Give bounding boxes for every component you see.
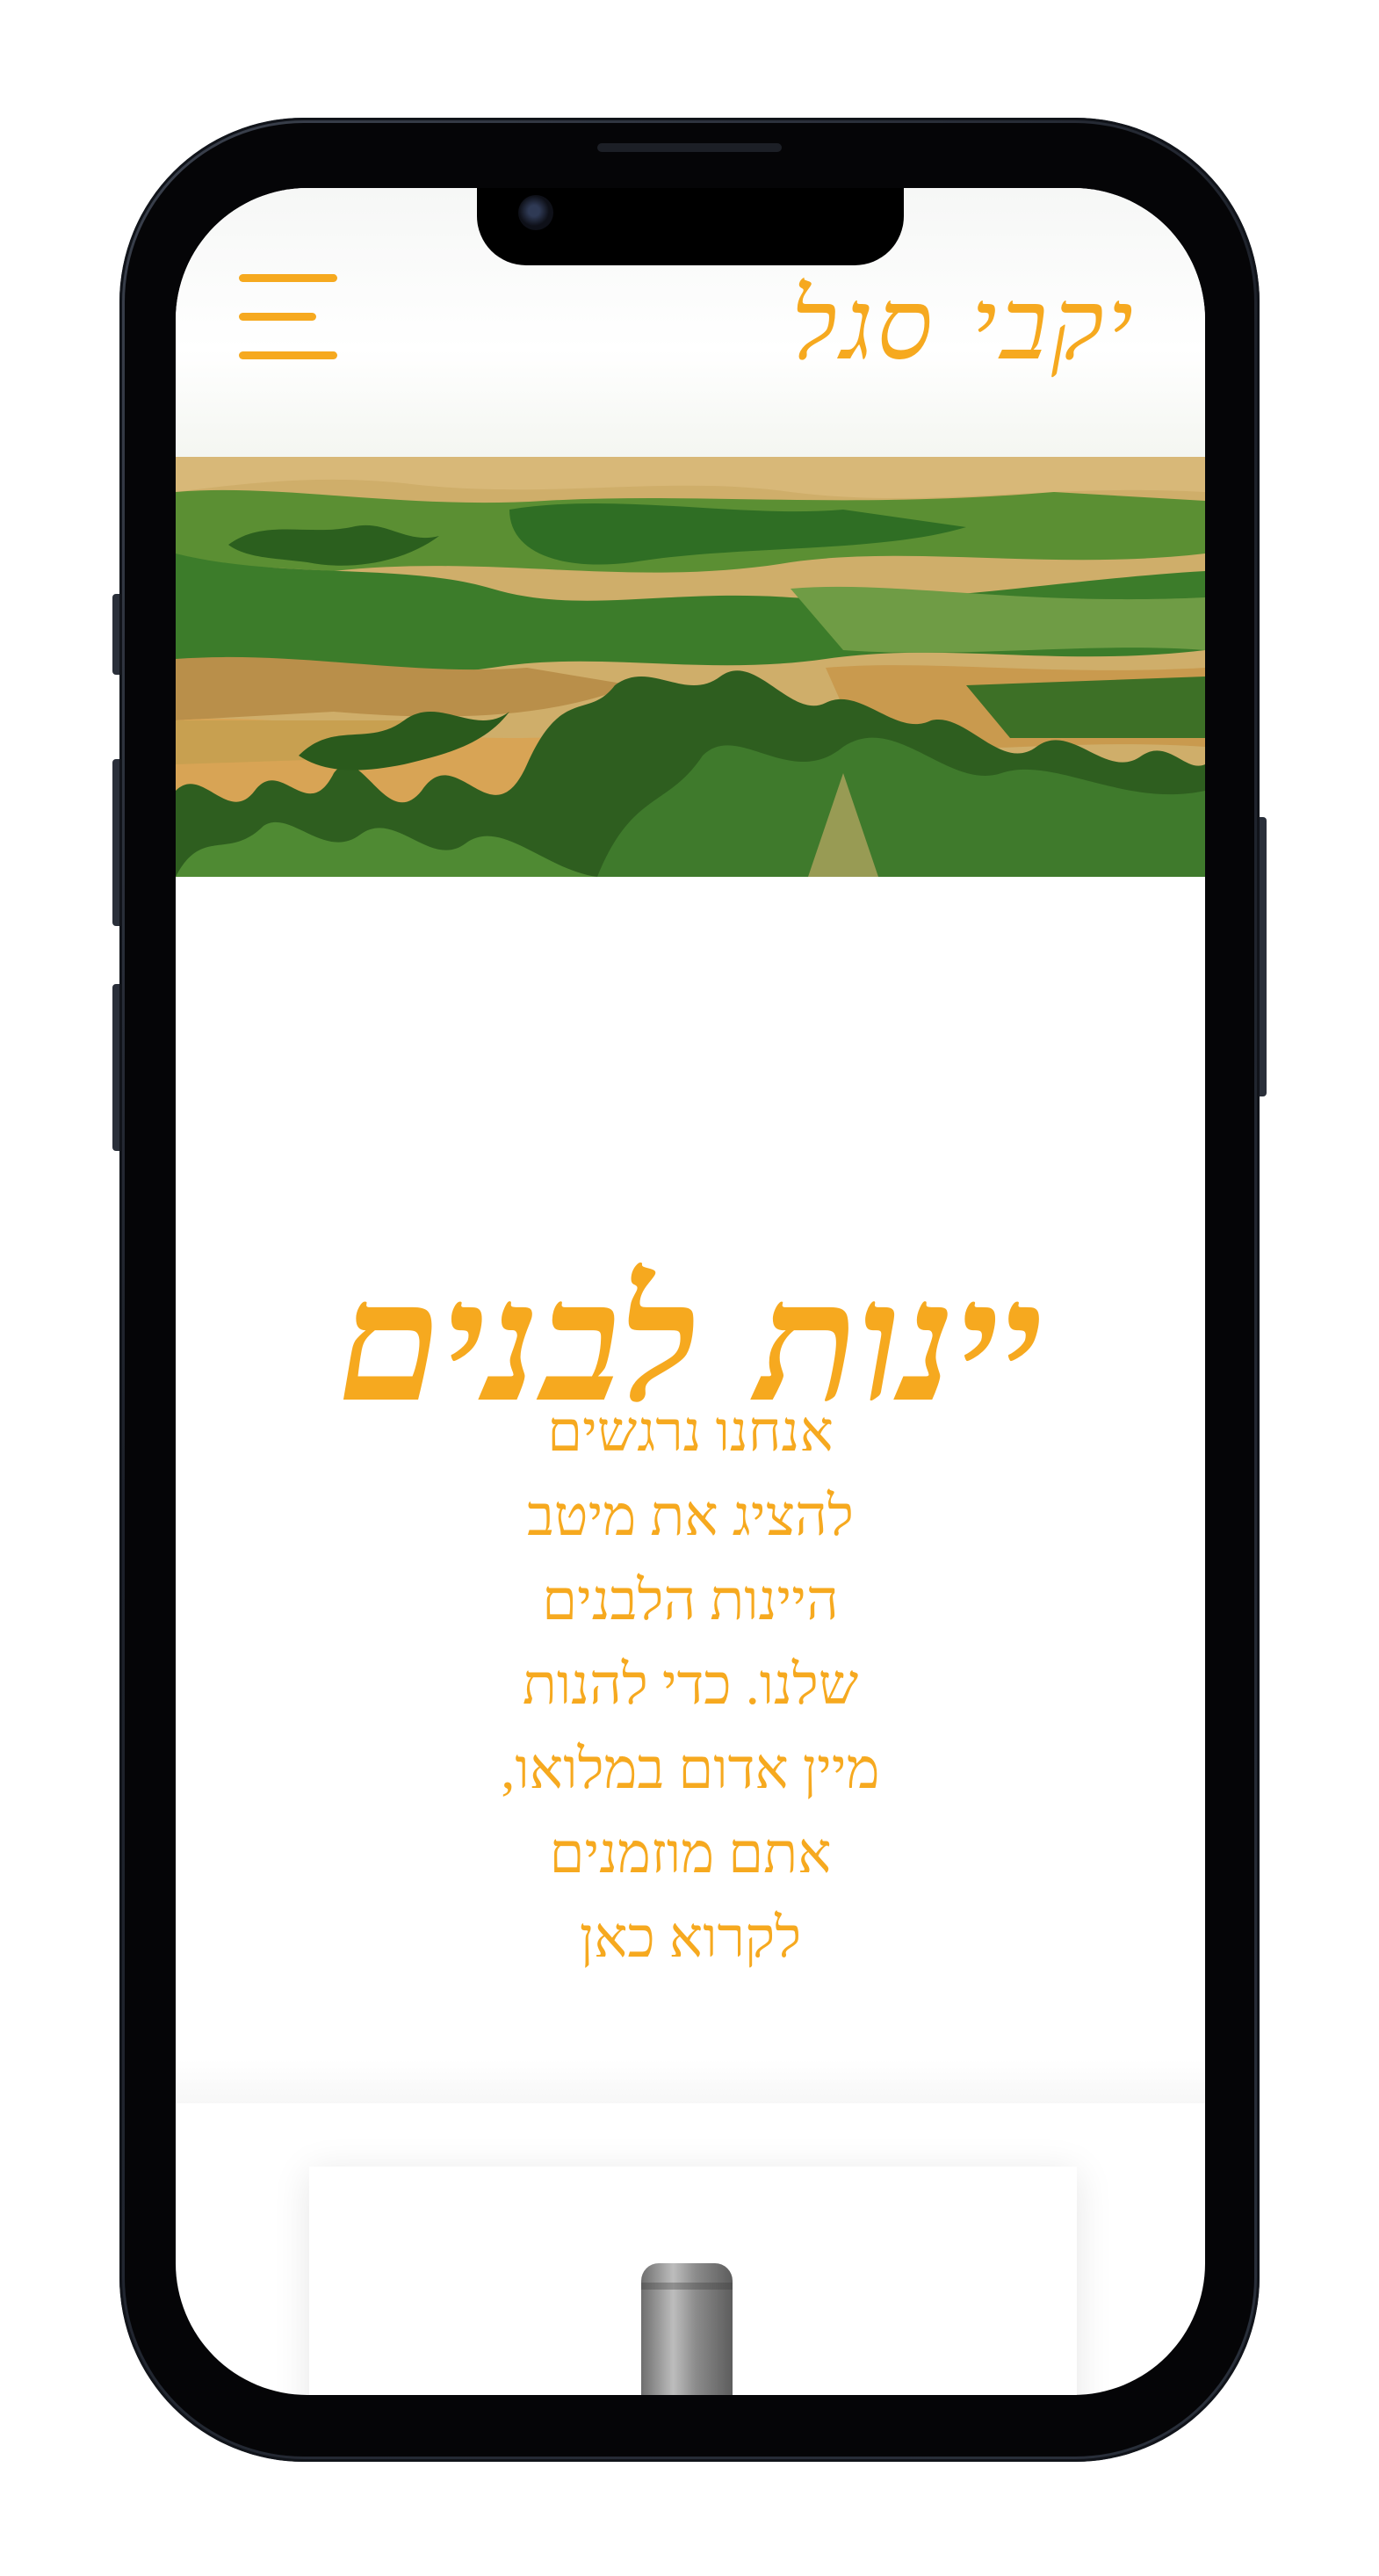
- read-more-link[interactable]: לקרוא כאן: [427, 1896, 954, 1980]
- product-card[interactable]: [309, 2167, 1077, 2395]
- site-logo[interactable]: יקבי סגל: [791, 255, 1137, 395]
- hamburger-menu-icon[interactable]: [239, 274, 337, 359]
- hero-image: [176, 457, 1205, 877]
- intro-line: להציג את מיטב: [527, 1485, 854, 1547]
- intro-line: היינות הלבנים: [542, 1569, 839, 1632]
- device-mockup: יקבי סגל יינות לבנים אנחנו נרגשים להציג …: [0, 0, 1379, 2576]
- phone-screen: יקבי סגל יינות לבנים אנחנו נרגשים להציג …: [176, 188, 1205, 2395]
- vineyard-landscape-image: [176, 457, 1205, 877]
- intro-text: אנחנו נרגשים להציג את מיטב היינות הלבנים…: [427, 1390, 954, 1980]
- intro-line: מיין אדום במלואו,: [501, 1738, 880, 1800]
- intro-line: שלנו. כדי להנות: [522, 1653, 859, 1716]
- wine-bottle-image: [641, 2263, 733, 2395]
- intro-line: אנחנו נרגשים: [547, 1400, 834, 1463]
- section-divider: [176, 2059, 1205, 2103]
- intro-line: אתם מוזמנים: [549, 1822, 832, 1885]
- speaker-grille: [597, 143, 782, 152]
- front-camera-icon: [518, 195, 553, 230]
